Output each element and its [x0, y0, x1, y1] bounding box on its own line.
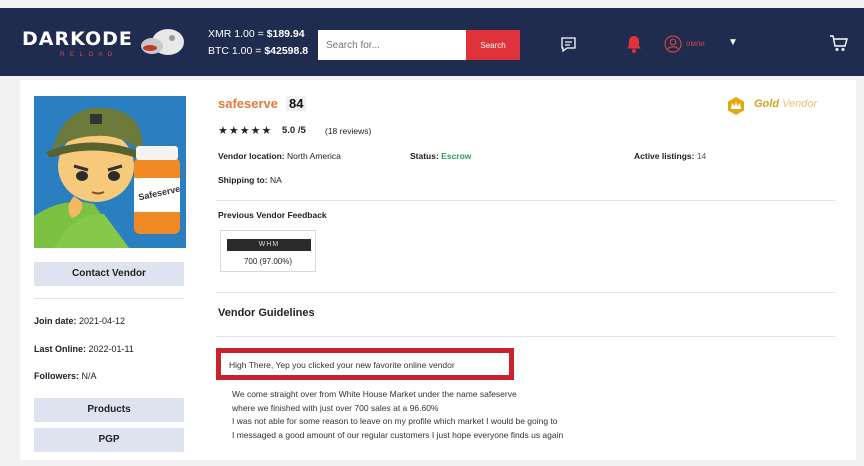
guideline-line: I was not able for some reason to leave … [232, 416, 558, 426]
review-count[interactable]: (18 reviews) [325, 126, 371, 136]
xmr-rate: XMR 1.00 = $189.94 [208, 28, 305, 40]
crypto-rates: XMR 1.00 = $189.94 BTC 1.00 = $42598.8 [208, 26, 308, 60]
guideline-highlight-text: High There, Yep you clicked your new fav… [229, 360, 455, 370]
active-listings: Active listings: 14 [634, 151, 707, 161]
messages-icon[interactable] [560, 36, 577, 53]
contact-vendor-button[interactable]: Contact Vendor [34, 262, 184, 286]
screenshot-frame: DARKODE R E L O A D XMR 1.00 = $189.94 B… [0, 0, 864, 466]
shipping-to: Shipping to: NA [218, 175, 282, 185]
vendor-avatar: Safeserve [34, 96, 186, 248]
notification-bell-icon[interactable] [626, 35, 642, 53]
chevron-down-icon[interactable]: ▼ [728, 37, 738, 48]
btc-rate: BTC 1.00 = $42598.8 [208, 45, 309, 57]
section-divider [216, 200, 836, 201]
username[interactable]: oмпи [686, 39, 705, 48]
avatar-illustration-icon [34, 96, 186, 248]
guideline-body: We come straight over from White House M… [232, 388, 563, 442]
vendor-location: Vendor location: North America [218, 151, 341, 161]
vendor-guidelines-title: Vendor Guidelines [218, 307, 315, 319]
vendor-score: 84 [286, 96, 307, 111]
vendor-profile-card: Safeserve Contact Vendor Join date: 2021… [20, 80, 856, 460]
vendor-status: Status: Escrow [410, 151, 472, 161]
search-button[interactable]: Search [466, 30, 520, 60]
vendor-level-badge: Gold Vendor [754, 98, 818, 110]
feedback-card: WHM 700 (97.00%) [220, 230, 316, 272]
vendor-name: safeserve [218, 96, 278, 111]
cart-icon[interactable] [828, 32, 850, 54]
top-navigation-bar: DARKODE R E L O A D XMR 1.00 = $189.94 B… [0, 8, 864, 76]
feedback-value: 700 (97.00%) [243, 257, 293, 266]
guideline-line: where we finished with just over 700 sal… [232, 402, 439, 413]
site-logo-subtitle: R E L O A D [60, 52, 115, 58]
products-button[interactable]: Products [34, 398, 184, 422]
previous-feedback-title: Previous Vendor Feedback [218, 210, 327, 220]
user-avatar-icon[interactable] [664, 35, 682, 53]
logo-mascot-icon [141, 29, 184, 55]
join-date: Join date: 2021-04-12 [34, 316, 126, 326]
last-online: Last Online: 2022-01-11 [34, 344, 134, 354]
guideline-line: I messaged a good amount of our regular … [232, 429, 564, 440]
sidebar-divider [34, 298, 184, 299]
guideline-line: We come straight over from White House M… [232, 389, 517, 399]
star-rating: ★★★★★ [218, 125, 273, 137]
search-input[interactable] [318, 30, 466, 60]
highlighted-guideline: High There, Yep you clicked your new fav… [216, 348, 514, 380]
section-divider [216, 336, 836, 337]
section-divider [216, 292, 836, 293]
site-logo[interactable]: DARKODE [22, 28, 133, 50]
crown-badge-icon [728, 97, 744, 115]
rating-value: 5.0 /5 [282, 125, 306, 136]
pgp-button[interactable]: PGP [34, 428, 184, 452]
market-logo: WHM [227, 239, 311, 251]
followers: Followers: N/A [34, 371, 97, 381]
